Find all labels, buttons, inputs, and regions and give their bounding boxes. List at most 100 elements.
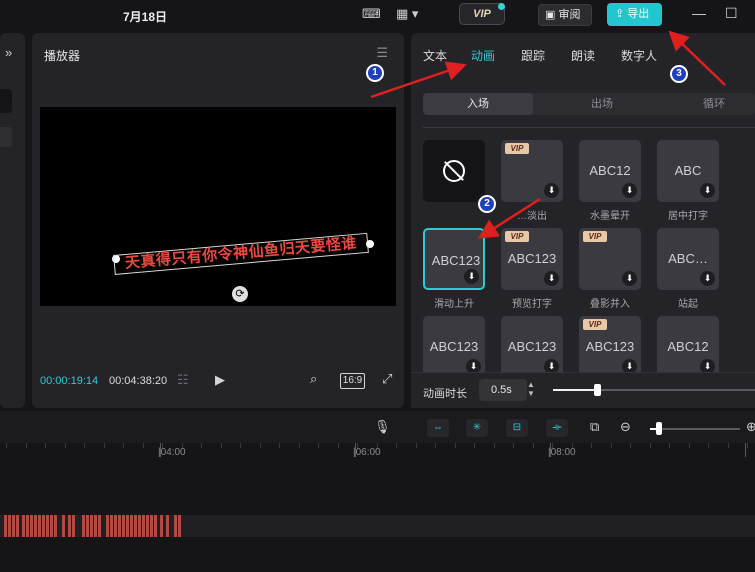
mic-icon[interactable]: 🎙 bbox=[374, 419, 391, 435]
link-tool-icon[interactable]: ⊟ bbox=[506, 419, 528, 437]
animation-item[interactable]: ABC… ⬇ bbox=[657, 228, 719, 290]
fit-screen-icon[interactable]: ⌕ bbox=[310, 371, 317, 387]
download-icon[interactable]: ⬇ bbox=[544, 271, 559, 286]
keyboard-icon[interactable]: ⌨ bbox=[362, 6, 381, 22]
subtitle-clip[interactable] bbox=[8, 515, 11, 537]
subtitle-clip[interactable] bbox=[154, 515, 157, 537]
search-field-stub[interactable] bbox=[0, 89, 12, 113]
animation-grid: VIP ⬇ …淡出 ABC12 ⬇ 水墨晕开 ABC ⬇ 居中打字 ABC123 ⬇ 滑动上升 ABC1… bbox=[411, 33, 755, 372]
subtitle-clip[interactable] bbox=[38, 515, 41, 537]
subtitle-clip[interactable] bbox=[98, 515, 101, 537]
review-button[interactable]: ▣ 审阅 bbox=[538, 4, 592, 26]
subtitle-clip[interactable] bbox=[82, 515, 85, 537]
subtitle-clip[interactable] bbox=[150, 515, 153, 537]
preview-icon[interactable]: ⧉ bbox=[590, 419, 599, 435]
duration-label: 动画时长 bbox=[423, 388, 467, 400]
subtitle-clip[interactable] bbox=[68, 515, 71, 537]
animation-item[interactable]: ABC123 VIP ⬇ bbox=[579, 316, 641, 372]
subtitle-clip[interactable] bbox=[106, 515, 109, 537]
download-icon[interactable]: ⬇ bbox=[622, 359, 637, 372]
subtitle-clip[interactable] bbox=[118, 515, 121, 537]
subtitle-clip[interactable] bbox=[138, 515, 141, 537]
zoom-out-icon[interactable]: ⊖ bbox=[620, 419, 631, 435]
subtitle-clip[interactable] bbox=[26, 515, 29, 537]
subtitle-clip[interactable] bbox=[114, 515, 117, 537]
subtitle-clip[interactable] bbox=[4, 515, 7, 537]
subtitle-track[interactable] bbox=[0, 515, 755, 537]
subtitle-clip[interactable] bbox=[110, 515, 113, 537]
subtitle-clip[interactable] bbox=[174, 515, 177, 537]
animation-item[interactable]: ABC ⬇ bbox=[657, 140, 719, 202]
download-icon[interactable]: ⬇ bbox=[622, 183, 637, 198]
subtitle-clip[interactable] bbox=[86, 515, 89, 537]
animation-item[interactable]: ABC123 ⬇ bbox=[501, 316, 563, 372]
download-icon[interactable]: ⬇ bbox=[700, 359, 715, 372]
zoom-in-icon[interactable]: ⊕ bbox=[746, 419, 755, 435]
download-icon[interactable]: ⬇ bbox=[464, 269, 479, 284]
ruler-tick bbox=[572, 443, 573, 448]
animation-item[interactable]: ABC12 ⬇ bbox=[579, 140, 641, 202]
download-icon[interactable]: ⬇ bbox=[622, 271, 637, 286]
subtitle-clip[interactable] bbox=[126, 515, 129, 537]
animation-item[interactable]: VIP ⬇ bbox=[501, 140, 563, 202]
subtitle-clip[interactable] bbox=[142, 515, 145, 537]
menu-icon[interactable]: ☰ bbox=[376, 45, 388, 61]
subtitle-clip[interactable] bbox=[166, 515, 169, 537]
minimize-icon[interactable]: — bbox=[692, 5, 706, 21]
subtitle-clip[interactable] bbox=[160, 515, 163, 537]
sort-button-stub[interactable] bbox=[0, 127, 12, 147]
animation-item[interactable]: ABC123 ⬇ bbox=[423, 316, 485, 372]
split-icon[interactable]: ⟛ bbox=[546, 419, 568, 437]
subtitle-clip[interactable] bbox=[94, 515, 97, 537]
subtitle-clip[interactable] bbox=[22, 515, 25, 537]
subtitle-clip[interactable] bbox=[90, 515, 93, 537]
download-icon[interactable]: ⬇ bbox=[466, 359, 481, 372]
subtitle-clip[interactable] bbox=[146, 515, 149, 537]
animation-item[interactable]: VIP ⬇ bbox=[579, 228, 641, 290]
duration-slider-knob[interactable] bbox=[594, 384, 601, 396]
subtitle-clip[interactable] bbox=[34, 515, 37, 537]
subtitle-clip[interactable] bbox=[16, 515, 19, 537]
subtitle-text[interactable]: 天真得只有你令神仙鱼归天要怪谁 bbox=[113, 232, 369, 275]
layout-icon[interactable]: ▦ ▾ bbox=[396, 6, 418, 22]
timeline[interactable]: |04:00 |06:00 |08:00 bbox=[0, 443, 755, 572]
download-icon[interactable]: ⬇ bbox=[544, 359, 559, 372]
export-button[interactable]: ⇪ 导出 bbox=[607, 3, 662, 26]
subtitle-clip[interactable] bbox=[178, 515, 181, 537]
subtitle-clip[interactable] bbox=[46, 515, 49, 537]
link-icon[interactable]: ⇔ bbox=[427, 419, 449, 437]
zoom-slider-knob[interactable] bbox=[656, 422, 662, 435]
subtitle-clip[interactable] bbox=[50, 515, 53, 537]
maximize-icon[interactable]: ☐ bbox=[725, 5, 738, 22]
frame-icon[interactable]: ☷ bbox=[177, 372, 189, 388]
play-icon[interactable]: ▶ bbox=[215, 372, 225, 388]
ruler-tick bbox=[474, 443, 475, 448]
animation-item[interactable]: ABC123 VIP ⬇ bbox=[501, 228, 563, 290]
download-icon[interactable]: ⬇ bbox=[700, 271, 715, 286]
subtitle-clip[interactable] bbox=[12, 515, 15, 537]
subtitle-clip[interactable] bbox=[62, 515, 65, 537]
video-canvas[interactable]: 天真得只有你令神仙鱼归天要怪谁 bbox=[40, 107, 396, 306]
rotate-icon[interactable]: ⟳ bbox=[232, 286, 248, 302]
zoom-slider[interactable] bbox=[650, 428, 740, 430]
subtitle-clip[interactable] bbox=[54, 515, 57, 537]
subtitle-clip[interactable] bbox=[122, 515, 125, 537]
animation-item[interactable]: ABC123 ⬇ bbox=[423, 228, 485, 290]
resize-handle-right[interactable] bbox=[366, 240, 374, 248]
ratio-button[interactable]: 16:9 bbox=[340, 373, 365, 389]
animation-none[interactable] bbox=[423, 140, 485, 202]
download-icon[interactable]: ⬇ bbox=[700, 183, 715, 198]
export-label: 导出 bbox=[627, 8, 650, 20]
subtitle-clip[interactable] bbox=[130, 515, 133, 537]
subtitle-clip[interactable] bbox=[42, 515, 45, 537]
animation-item[interactable]: ABC12 ⬇ bbox=[657, 316, 719, 372]
duration-input[interactable]: 0.5s bbox=[479, 379, 527, 401]
fullscreen-icon[interactable]: ⤢ bbox=[382, 371, 392, 387]
download-icon[interactable]: ⬇ bbox=[544, 183, 559, 198]
stepper-icon[interactable]: ▲ ▼ bbox=[527, 380, 535, 398]
subtitle-clip[interactable] bbox=[72, 515, 75, 537]
subtitle-clip[interactable] bbox=[134, 515, 137, 537]
subtitle-clip[interactable] bbox=[30, 515, 33, 537]
collapse-icon[interactable]: » bbox=[5, 45, 12, 60]
freeze-icon[interactable]: ✳ bbox=[466, 419, 488, 437]
